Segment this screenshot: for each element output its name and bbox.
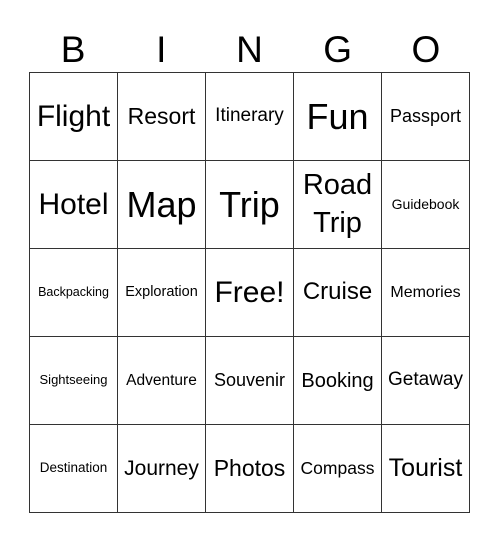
grid-row: Backpacking Exploration Free! Cruise Mem… xyxy=(29,248,470,337)
header-letter: G xyxy=(323,29,353,70)
bingo-cell: Getaway xyxy=(381,336,470,425)
bingo-cell: Trip xyxy=(205,160,294,249)
bingo-cell: Photos xyxy=(205,424,294,513)
bingo-grid: Flight Resort Itinerary Fun Passport Hot… xyxy=(29,72,470,513)
bingo-cell: Cruise xyxy=(293,248,382,337)
grid-row: Flight Resort Itinerary Fun Passport xyxy=(29,72,470,161)
bingo-cell: Itinerary xyxy=(205,72,294,161)
bingo-cell: Souvenir xyxy=(205,336,294,425)
bingo-cell: Booking xyxy=(293,336,382,425)
bingo-cell: Exploration xyxy=(117,248,206,337)
bingo-cell: Passport xyxy=(381,72,470,161)
bingo-cell: Backpacking xyxy=(29,248,118,337)
bingo-cell: Journey xyxy=(117,424,206,513)
bingo-cell: Compass xyxy=(293,424,382,513)
bingo-cell: Tourist xyxy=(381,424,470,513)
bingo-cell: Road Trip xyxy=(293,160,382,249)
bingo-cell: Flight xyxy=(29,72,118,161)
bingo-cell: Adventure xyxy=(117,336,206,425)
bingo-cell: Resort xyxy=(117,72,206,161)
bingo-cell: Guidebook xyxy=(381,160,470,249)
grid-row: Destination Journey Photos Compass Touri… xyxy=(29,424,470,513)
bingo-cell: Map xyxy=(117,160,206,249)
header-letter: I xyxy=(156,29,167,70)
free-space-cell: Free! xyxy=(205,248,294,337)
grid-row: Sightseeing Adventure Souvenir Booking G… xyxy=(29,336,470,425)
bingo-header: B I N G O xyxy=(29,28,470,72)
header-letter: B xyxy=(60,29,86,70)
bingo-cell: Hotel xyxy=(29,160,118,249)
header-letter: N xyxy=(236,29,263,70)
bingo-cell: Sightseeing xyxy=(29,336,118,425)
bingo-cell: Memories xyxy=(381,248,470,337)
bingo-cell: Fun xyxy=(293,72,382,161)
bingo-cell: Destination xyxy=(29,424,118,513)
header-letter: O xyxy=(411,29,441,70)
grid-row: Hotel Map Trip Road Trip Guidebook xyxy=(29,160,470,249)
